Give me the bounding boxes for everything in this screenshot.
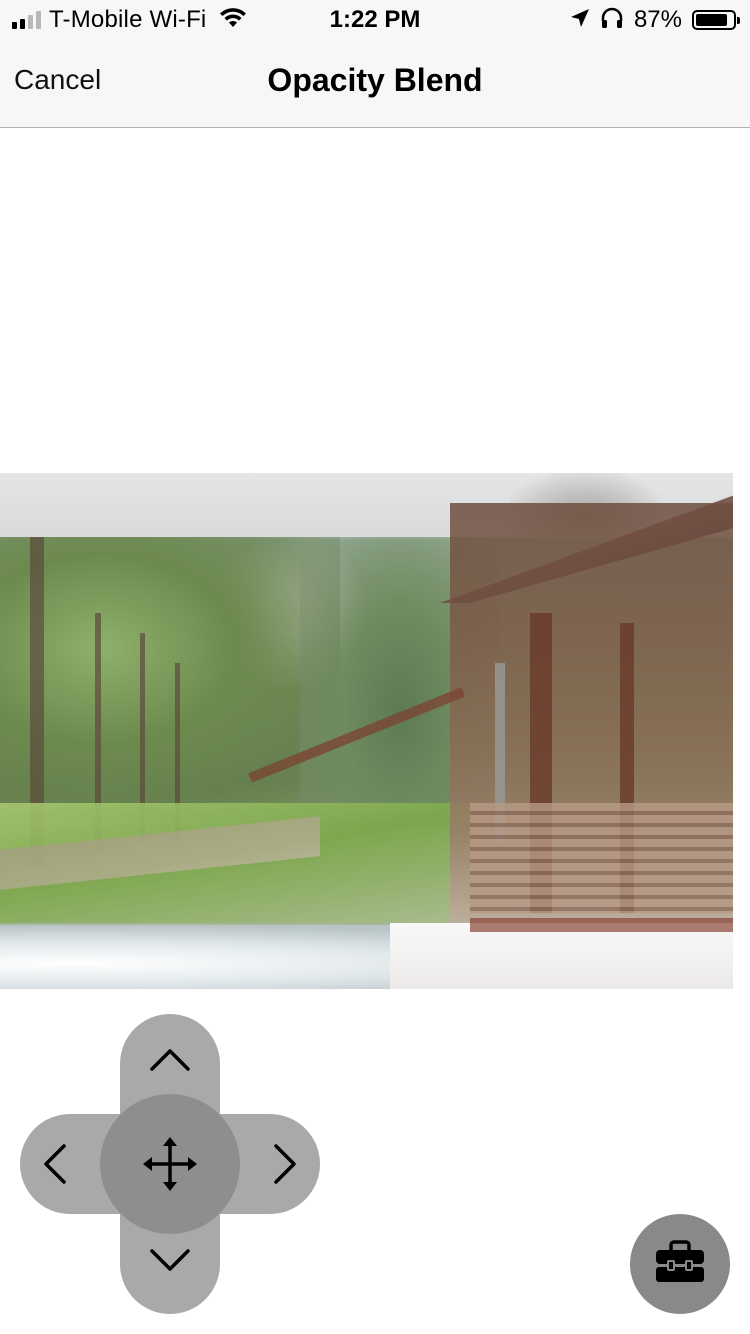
move-left-button[interactable]: [30, 1134, 80, 1194]
chevron-right-icon: [272, 1143, 298, 1185]
blended-photo[interactable]: [0, 473, 733, 989]
chevron-left-icon: [42, 1143, 68, 1185]
toolbox-button[interactable]: [630, 1214, 730, 1314]
chevron-down-icon: [149, 1248, 191, 1274]
location-arrow-icon: [570, 8, 590, 33]
headphones-icon: [600, 7, 624, 34]
move-down-button[interactable]: [140, 1236, 200, 1286]
move-right-button[interactable]: [260, 1134, 310, 1194]
status-right: 87%: [570, 6, 740, 34]
move-arrows-icon: [141, 1135, 199, 1193]
battery-percent: 87%: [633, 6, 682, 33]
status-bar: T-Mobile Wi-Fi 1:22 PM 87%: [0, 0, 750, 40]
page-title: Opacity Blend: [267, 62, 483, 98]
move-up-button[interactable]: [140, 1034, 200, 1084]
nav-bar: Cancel Opacity Blend: [0, 40, 750, 128]
chevron-up-icon: [149, 1046, 191, 1072]
battery-icon: [692, 10, 740, 30]
dpad: [20, 1014, 320, 1314]
toolbox-icon: [654, 1239, 706, 1289]
move-button[interactable]: [100, 1094, 240, 1234]
